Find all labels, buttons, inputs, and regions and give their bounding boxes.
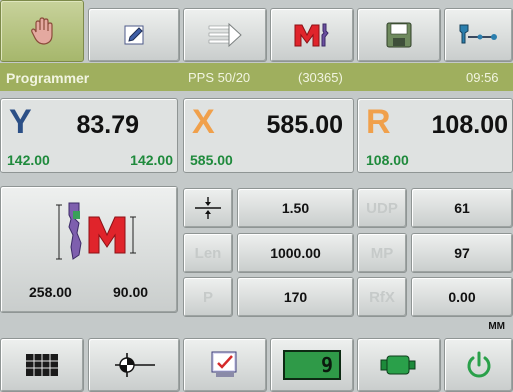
save-icon [385, 21, 413, 49]
thickness-icon-button[interactable] [183, 188, 233, 228]
p-value: 170 [283, 289, 308, 305]
mp-value-field[interactable]: 97 [411, 233, 513, 273]
y-axis-panel[interactable]: Y 83.79 142.00 142.00 [0, 98, 178, 173]
mp-label-button[interactable]: MP [357, 233, 407, 273]
bend-tool-button[interactable] [270, 8, 354, 62]
r-axis-value: 108.00 [431, 111, 508, 139]
bend-tool-icon [292, 21, 332, 49]
arrow-right-icon [207, 22, 243, 48]
y-axis-value: 83.79 [76, 111, 139, 139]
udp-label: UDP [366, 199, 398, 217]
len-value-field[interactable]: 1000.00 [237, 233, 354, 273]
x-axis-panel[interactable]: X 585.00 585.00 [183, 98, 354, 173]
status-bar: Programmer PPS 50/20 (30365) 09:56 [0, 63, 513, 91]
program-id: (30365) [298, 70, 343, 85]
len-label: Len [194, 244, 222, 262]
hand-mode-button[interactable] [0, 0, 84, 62]
tool-probe-icon [456, 21, 502, 49]
rx-label-button[interactable]: RfX [357, 277, 407, 317]
rx-label: RfX [369, 288, 395, 306]
tool-right-value: 90.00 [113, 284, 149, 300]
units-label: MM [488, 321, 505, 332]
rx-value-field[interactable]: 0.00 [411, 277, 513, 317]
udp-value: 61 [454, 200, 470, 216]
thickness-value-field[interactable]: 1.50 [237, 188, 354, 228]
rx-value: 0.00 [448, 289, 476, 305]
mode-label: Programmer [6, 70, 90, 86]
p-value-field[interactable]: 170 [237, 277, 354, 317]
r-axis-letter: R [366, 103, 391, 141]
clock: 09:56 [466, 70, 499, 85]
tool-panel[interactable]: 258.00 90.00 [0, 186, 178, 313]
mp-value: 97 [454, 245, 470, 261]
power-button[interactable] [444, 338, 513, 392]
p-label-button[interactable]: P [183, 277, 233, 317]
counter-display: 9 [283, 350, 341, 380]
udp-value-field[interactable]: 61 [411, 188, 513, 228]
x-axis-letter: X [192, 103, 215, 141]
y-axis-target-left: 142.00 [7, 152, 50, 168]
motor-button[interactable] [357, 338, 441, 392]
motor-icon [379, 353, 419, 377]
axis-target-button[interactable] [88, 338, 180, 392]
program-name: PPS 50/20 [188, 70, 251, 85]
x-axis-target: 585.00 [190, 152, 233, 168]
x-axis-value: 585.00 [266, 111, 343, 139]
units-bar: MM [0, 318, 513, 336]
hand-icon [27, 16, 57, 46]
thickness-icon [193, 196, 223, 220]
checklist-icon [208, 350, 242, 380]
edit-button[interactable] [88, 8, 180, 62]
checklist-button[interactable] [183, 338, 267, 392]
tool-setup-button[interactable] [444, 8, 513, 62]
tool-left-value: 258.00 [29, 284, 72, 300]
axis-target-icon [111, 352, 157, 378]
y-axis-target-right: 142.00 [130, 152, 173, 168]
punch-die-icon [49, 199, 139, 265]
r-axis-target: 108.00 [366, 152, 409, 168]
counter-button[interactable]: 9 [270, 338, 354, 392]
table-button[interactable] [0, 338, 84, 392]
len-value: 1000.00 [270, 245, 321, 261]
sequence-button[interactable] [183, 8, 267, 62]
save-button[interactable] [357, 8, 441, 62]
counter-value: 9 [320, 353, 333, 377]
r-axis-panel[interactable]: R 108.00 108.00 [357, 98, 513, 173]
thickness-value: 1.50 [281, 200, 310, 216]
mp-label: MP [370, 244, 394, 262]
table-icon [25, 353, 59, 377]
p-label: P [202, 288, 213, 306]
power-icon [465, 351, 493, 379]
pencil-icon [120, 21, 148, 49]
udp-label-button[interactable]: UDP [357, 188, 407, 228]
y-axis-letter: Y [9, 103, 32, 141]
len-label-button[interactable]: Len [183, 233, 233, 273]
